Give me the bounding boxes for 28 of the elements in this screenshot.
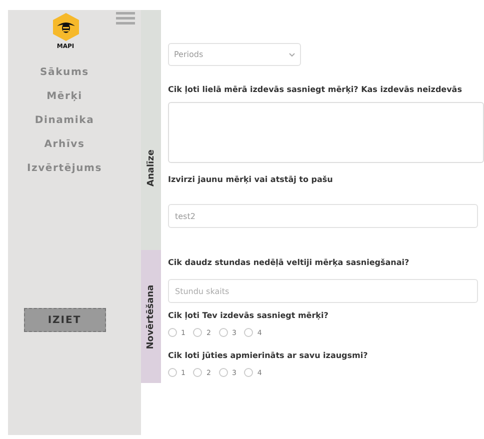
nav-link[interactable]: Arhīvs bbox=[44, 137, 85, 153]
question-label: Cik daudz stundas nedēļā veltiji mērķa sasniegšanai? bbox=[168, 258, 410, 267]
chevron-down-icon bbox=[289, 52, 295, 56]
menu-icon[interactable] bbox=[116, 12, 135, 25]
question-label: Cik loti jūties apmierināts ar savu izaugsmi? bbox=[168, 351, 369, 360]
question-label: Cik ļoti Tev izdevās sasniegt mērķi? bbox=[168, 311, 330, 320]
bee-logo-icon bbox=[52, 13, 78, 41]
radio-button[interactable] bbox=[168, 328, 177, 337]
nav-link[interactable]: Dinamika bbox=[34, 113, 94, 129]
radio-button[interactable] bbox=[244, 328, 254, 337]
radio-button[interactable] bbox=[218, 328, 228, 337]
question-label: Cik ļoti lielā mērā izdevās sasniegt mērķi? Kas izdevās neizdevās bbox=[168, 85, 463, 94]
radio-button[interactable] bbox=[193, 328, 202, 337]
section-title: Novērtēšana bbox=[146, 284, 156, 349]
nav-link[interactable]: Mērķi bbox=[46, 89, 82, 105]
nav-link[interactable]: Izvērtējums bbox=[26, 161, 102, 177]
radio-button[interactable] bbox=[244, 368, 254, 377]
period-select[interactable]: Periods bbox=[168, 43, 301, 66]
radio-button[interactable] bbox=[218, 368, 228, 377]
logout-button[interactable]: IZIET bbox=[24, 308, 106, 332]
question-label: Izvirzi jaunu mērķi vai atstāj to pašu bbox=[168, 175, 334, 184]
answer-textarea[interactable] bbox=[168, 102, 484, 163]
nav-link[interactable]: Sākums bbox=[40, 65, 89, 81]
section-title: Analīze bbox=[146, 149, 156, 186]
input-field[interactable]: test2 bbox=[168, 204, 478, 228]
radio-button[interactable] bbox=[193, 368, 202, 377]
input-field[interactable]: Stundu skaits bbox=[168, 279, 478, 303]
radio-button[interactable] bbox=[168, 368, 177, 377]
